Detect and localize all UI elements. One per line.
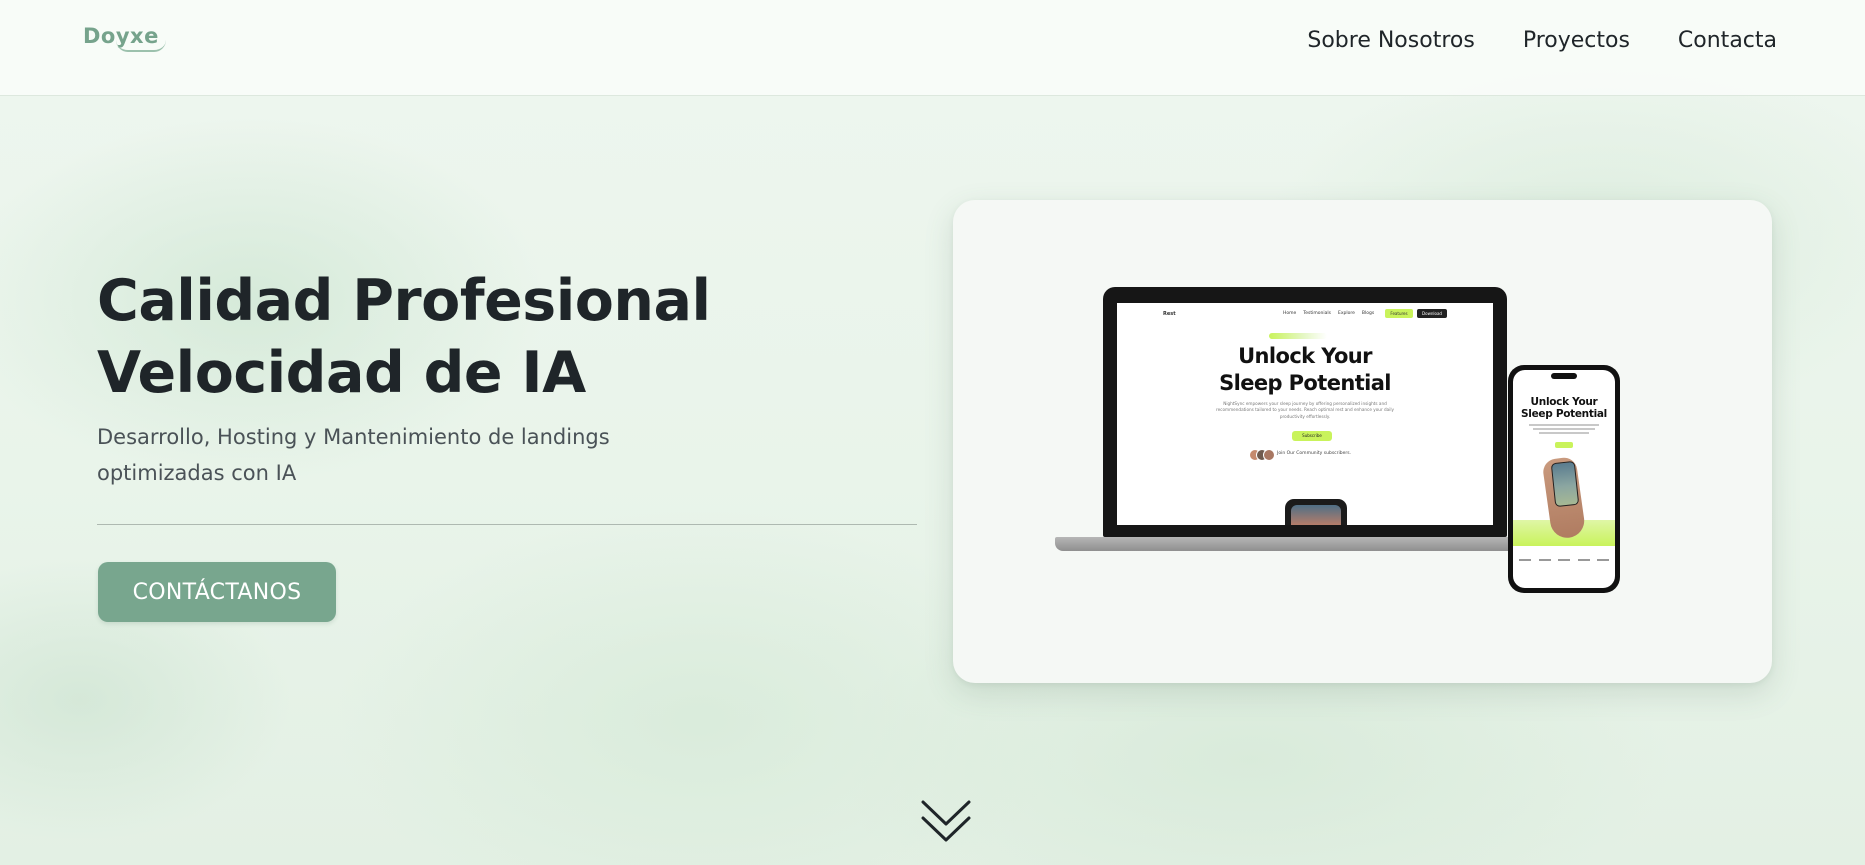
mockup-subscribe-button: Subscribe	[1292, 431, 1332, 441]
mockup-avatars	[1249, 449, 1275, 461]
device-mockup-card: Rest Home Testimonials Explore Blogs Fea…	[953, 200, 1772, 683]
laptop-lid: Rest Home Testimonials Explore Blogs Fea…	[1103, 287, 1507, 537]
mockup-link: Home	[1283, 311, 1297, 316]
mockup-download-button: Download	[1417, 309, 1447, 318]
mockup-phone-headline-line-1: Unlock Your	[1530, 396, 1598, 408]
laptop-mockup: Rest Home Testimonials Explore Blogs Fea…	[1055, 287, 1555, 551]
logo-swash-icon	[116, 40, 166, 52]
site-header: Doyxe Sobre Nosotros Proyectos Contacta	[0, 0, 1865, 96]
mockup-laptop-headline-line-2: Sleep Potential	[1219, 371, 1391, 395]
hero-title: Calidad Profesional Velocidad de IA	[97, 265, 711, 409]
hero-subtitle: Desarrollo, Hosting y Mantenimiento de l…	[97, 425, 610, 485]
phone-notch	[1551, 373, 1577, 379]
hero-divider	[97, 524, 917, 525]
mockup-site-nav: Rest Home Testimonials Explore Blogs Fea…	[1117, 303, 1493, 325]
laptop-base	[1055, 537, 1555, 551]
mockup-phone-headline: Unlock Your Sleep Potential	[1513, 396, 1615, 420]
scroll-down-icon	[921, 800, 971, 842]
hero-title-line-2: Velocidad de IA	[97, 340, 586, 406]
mockup-link: Blogs	[1361, 311, 1375, 316]
mockup-phone-footer	[1519, 554, 1609, 566]
contact-us-button[interactable]: CONTÁCTANOS	[98, 562, 336, 622]
nav-link-contacta[interactable]: Contacta	[1678, 28, 1777, 53]
phone-mockup: Unlock Your Sleep Potential	[1508, 365, 1620, 593]
mockup-site-links: Home Testimonials Explore Blogs	[1283, 311, 1374, 316]
double-chevron-down-icon[interactable]	[920, 798, 972, 846]
laptop-screen: Rest Home Testimonials Explore Blogs Fea…	[1117, 303, 1493, 525]
main-nav: Sobre Nosotros Proyectos Contacta	[1307, 28, 1777, 53]
hero-title-line-1: Calidad Profesional	[97, 268, 711, 334]
mockup-pill	[1269, 333, 1327, 339]
mockup-phone-headline-line-2: Sleep Potential	[1521, 408, 1607, 420]
mockup-site-logo: Rest	[1163, 311, 1176, 317]
mockup-laptop-headline: Unlock Your Sleep Potential	[1117, 343, 1493, 397]
mockup-embedded-phone-image	[1285, 499, 1347, 525]
mockup-phone-cta	[1555, 442, 1573, 448]
nav-link-sobre-nosotros[interactable]: Sobre Nosotros	[1307, 28, 1474, 53]
mockup-laptop-headline-line-1: Unlock Your	[1238, 344, 1372, 368]
mockup-phone-text-lines	[1529, 424, 1599, 436]
nav-link-proyectos[interactable]: Proyectos	[1523, 28, 1630, 53]
mockup-link: Testimonials	[1303, 311, 1331, 316]
mockup-community-text: Join Our Community subscribers.	[1277, 451, 1351, 456]
mockup-phone-held-device	[1550, 460, 1580, 508]
phone-screen: Unlock Your Sleep Potential	[1513, 370, 1615, 588]
mockup-link: Explore	[1338, 311, 1355, 316]
mockup-paragraph: NightSync empowers your sleep journey by…	[1215, 401, 1395, 419]
mockup-features-button: Features	[1385, 309, 1413, 318]
avatar	[1263, 449, 1275, 461]
